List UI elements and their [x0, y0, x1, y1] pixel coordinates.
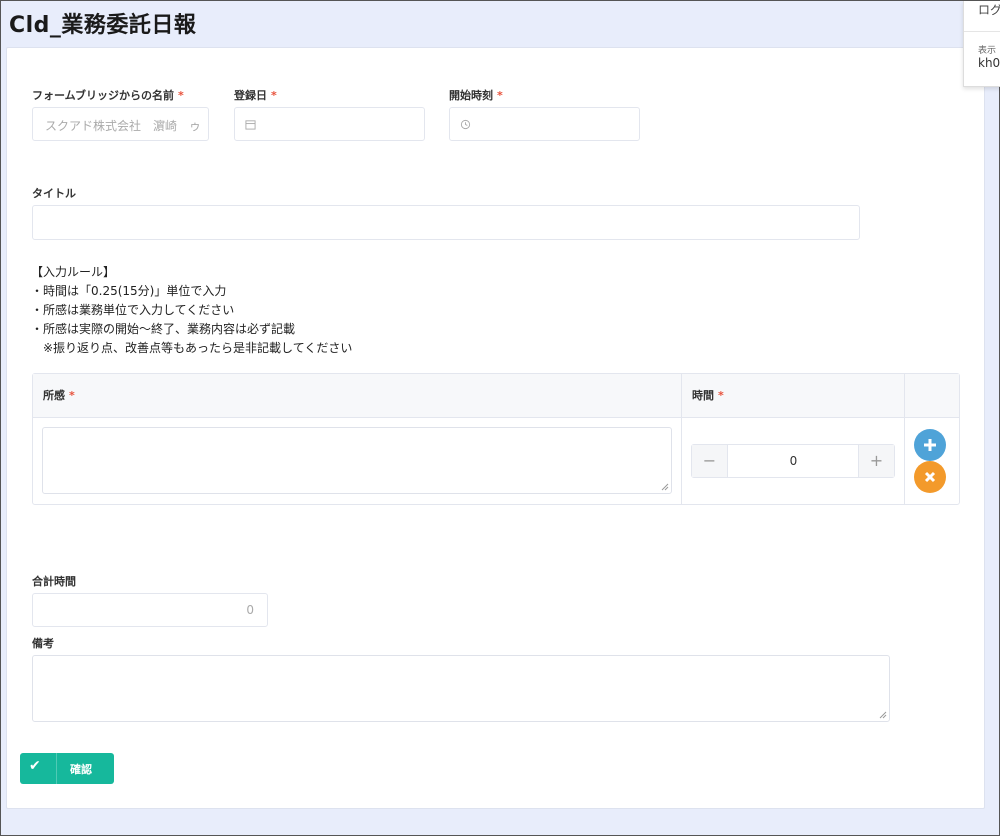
- name-field-value: スクアド株式会社 濵崎 ゥ: [45, 119, 202, 133]
- page-title: Cld_業務委託日報: [9, 13, 197, 38]
- total-time-value: 0: [246, 603, 254, 617]
- resize-handle-icon[interactable]: [661, 483, 669, 491]
- user-popup: ログ 表示 kh0: [963, 1, 1000, 87]
- start-time-label: 開始時刻 *: [449, 89, 503, 102]
- impression-textarea[interactable]: [42, 427, 672, 494]
- divider: [964, 31, 1000, 32]
- decrement-button[interactable]: −: [692, 445, 728, 477]
- login-link[interactable]: ログ: [978, 1, 1000, 18]
- required-mark: *: [497, 89, 503, 102]
- start-time-field[interactable]: [449, 107, 640, 141]
- calendar-icon: [245, 120, 256, 130]
- title-input[interactable]: [32, 205, 860, 240]
- title-label: タイトル: [32, 187, 76, 200]
- total-time-label: 合計時間: [32, 575, 76, 588]
- col-impression-header: 所感 *: [43, 389, 75, 402]
- name-field-label: フォームブリッジからの名前 *: [32, 89, 184, 102]
- button-divider: [56, 753, 57, 784]
- input-rules: 【入力ルール】 ・時間は「0.25(15分)」単位で入力 ・所感は業務単位で入力…: [31, 265, 353, 355]
- user-id: kh0: [978, 56, 1000, 70]
- clock-icon: [460, 119, 471, 130]
- total-time-field: 0: [32, 593, 268, 627]
- remove-row-button[interactable]: [914, 461, 946, 493]
- reg-date-label: 登録日 *: [234, 89, 277, 102]
- name-field[interactable]: スクアド株式会社 濵崎 ゥ: [32, 107, 209, 141]
- col-divider: [681, 374, 682, 504]
- resize-handle-icon[interactable]: [879, 711, 887, 719]
- table-header: [33, 374, 959, 418]
- check-icon: ✔: [29, 758, 41, 774]
- display-label: 表示: [978, 46, 997, 56]
- required-mark: *: [178, 89, 184, 102]
- remarks-label: 備考: [32, 637, 54, 650]
- add-row-button[interactable]: [914, 429, 946, 461]
- confirm-label: 確認: [70, 763, 92, 776]
- required-mark: *: [69, 389, 75, 402]
- reg-date-field[interactable]: [234, 107, 425, 141]
- col-time-header: 時間 *: [692, 389, 724, 402]
- increment-button[interactable]: +: [858, 445, 894, 477]
- remarks-textarea[interactable]: [32, 655, 890, 722]
- close-icon: [924, 471, 936, 483]
- time-value[interactable]: 0: [728, 445, 859, 477]
- plus-icon: [924, 439, 936, 451]
- col-divider: [904, 374, 905, 504]
- required-mark: *: [718, 389, 724, 402]
- time-stepper[interactable]: − 0 +: [691, 444, 895, 478]
- required-mark: *: [271, 89, 277, 102]
- confirm-button[interactable]: ✔ 確認: [20, 753, 114, 784]
